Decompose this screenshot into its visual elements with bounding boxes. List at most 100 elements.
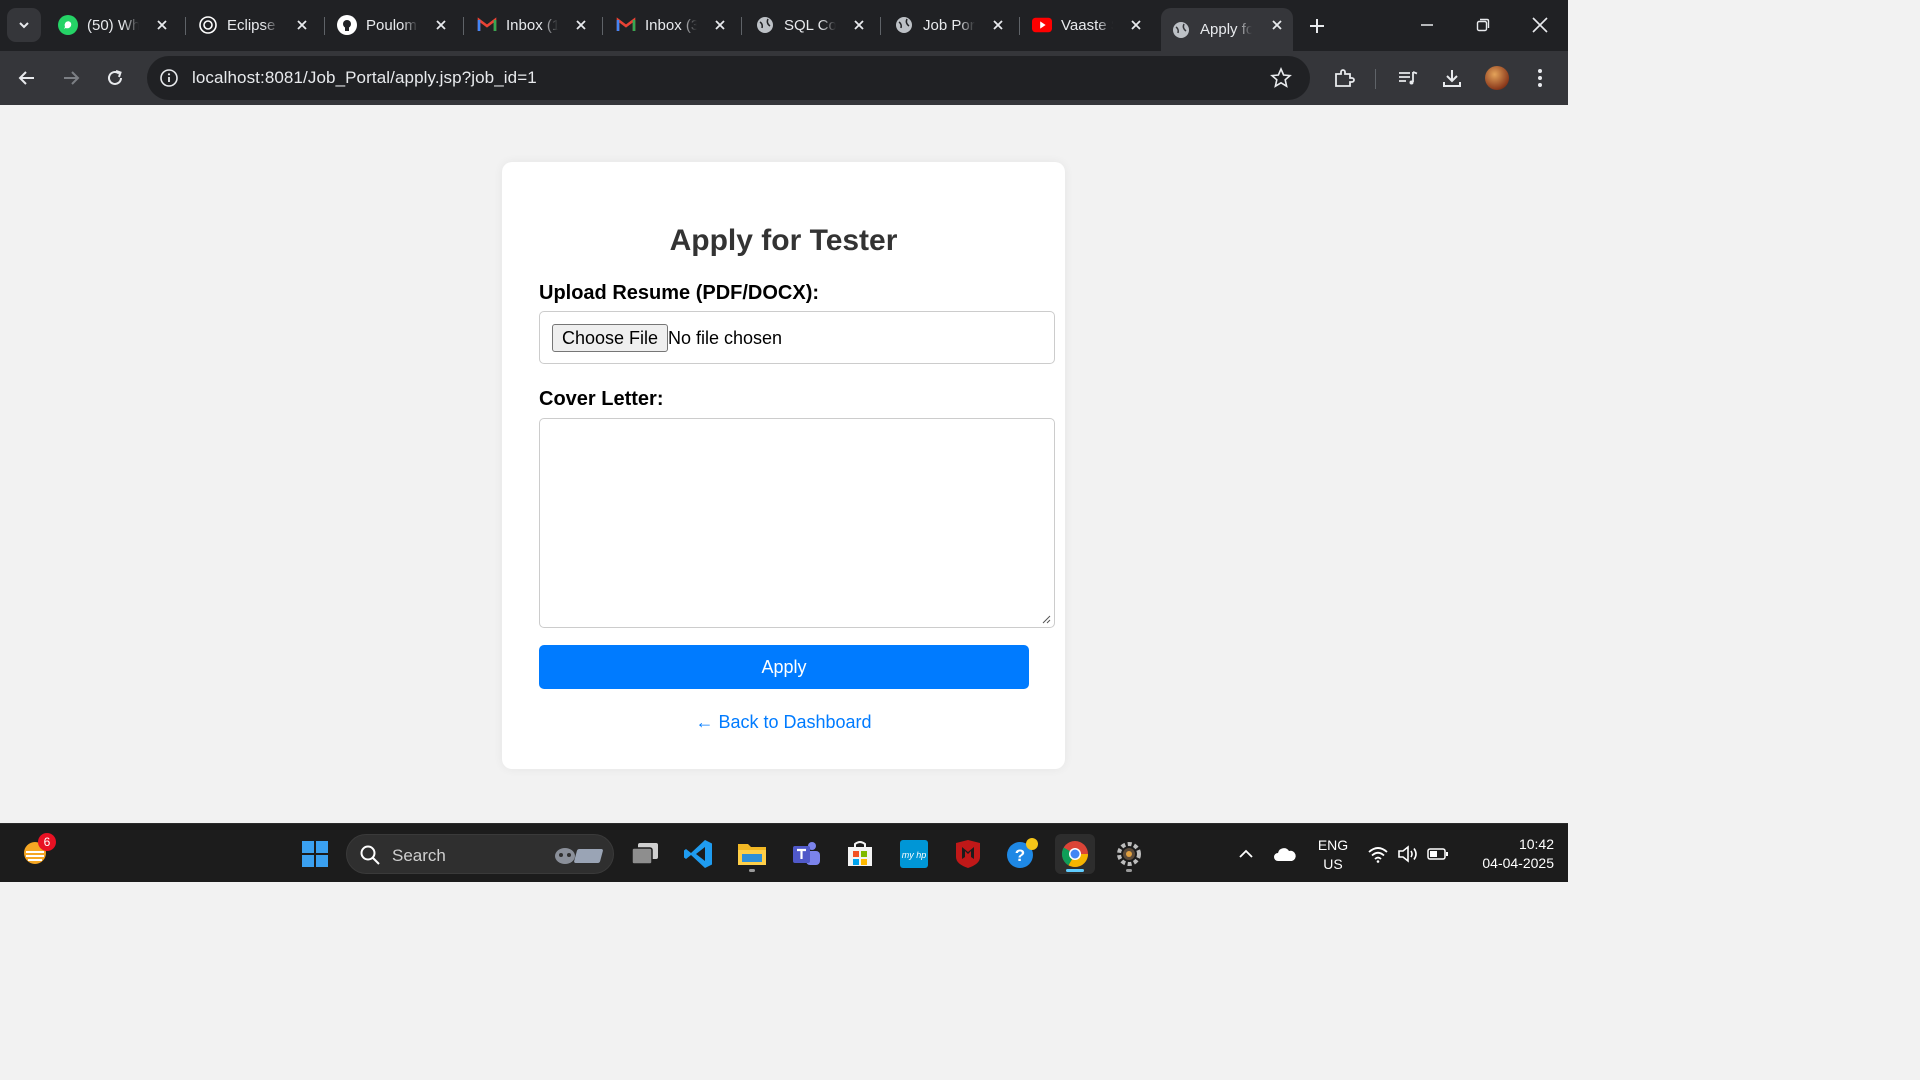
close-icon[interactable]: [154, 17, 170, 33]
apply-button[interactable]: Apply: [539, 645, 1029, 689]
browser-toolbar: localhost:8081/Job_Portal/apply.jsp?job_…: [0, 51, 1568, 105]
forward-button[interactable]: [57, 64, 85, 92]
resize-grip-icon[interactable]: [1042, 615, 1051, 624]
task-view-button[interactable]: [625, 834, 665, 874]
resume-file-input[interactable]: Choose File No file chosen: [539, 311, 1055, 364]
minimize-button[interactable]: [1412, 10, 1442, 40]
teams-app[interactable]: [786, 834, 826, 874]
microsoft-store-app[interactable]: [840, 834, 880, 874]
active-app-indicator: [1066, 869, 1084, 872]
tab-sql[interactable]: SQL Co: [745, 8, 875, 42]
vscode-app[interactable]: [678, 834, 718, 874]
vscode-icon: [684, 840, 712, 868]
tab-whatsapp[interactable]: (50) WhatsApp: [48, 8, 178, 42]
show-hidden-icons-button[interactable]: [1234, 842, 1258, 866]
info-icon[interactable]: [159, 68, 179, 88]
taskbar-search[interactable]: Search: [346, 834, 614, 874]
tab-gmail-2[interactable]: Inbox (3: [606, 8, 736, 42]
minimize-icon: [1421, 24, 1433, 26]
close-icon[interactable]: [990, 17, 1006, 33]
help-app[interactable]: ?: [1002, 834, 1042, 874]
address-bar[interactable]: localhost:8081/Job_Portal/apply.jsp?job_…: [147, 56, 1310, 100]
close-icon[interactable]: [433, 17, 449, 33]
mcafee-app[interactable]: [948, 834, 988, 874]
cover-letter-textarea[interactable]: [539, 418, 1055, 628]
tab-job-portal[interactable]: Job Port: [884, 8, 1014, 42]
media-controls-button[interactable]: [1395, 65, 1421, 91]
apply-form-card: Apply for Tester Upload Resume (PDF/DOCX…: [502, 162, 1065, 769]
windows-icon: [302, 841, 328, 867]
widgets-badge: 6: [38, 833, 56, 851]
reload-icon: [108, 70, 122, 85]
close-icon[interactable]: [294, 17, 310, 33]
new-tab-button[interactable]: [1303, 12, 1331, 40]
battery-button[interactable]: [1426, 842, 1450, 866]
close-icon[interactable]: [851, 17, 867, 33]
url-text[interactable]: localhost:8081/Job_Portal/apply.jsp?job_…: [192, 68, 537, 88]
search-highlight-icon: [555, 848, 603, 864]
gear-icon: [1117, 842, 1141, 866]
extensions-button[interactable]: [1331, 65, 1357, 91]
language-code: ENG: [1317, 837, 1349, 853]
close-icon[interactable]: [1128, 17, 1144, 33]
github-icon: [337, 15, 357, 35]
tab-title: Eclipse SDK: [227, 16, 279, 34]
tab-github[interactable]: Poulomi: [327, 8, 457, 42]
onedrive-button[interactable]: [1273, 842, 1297, 866]
back-button[interactable]: [13, 64, 41, 92]
choose-file-button[interactable]: Choose File: [552, 324, 669, 352]
tab-separator: [602, 17, 603, 35]
menu-button[interactable]: [1527, 65, 1553, 91]
search-icon: [360, 845, 380, 865]
taskbar: 6 Search my hp ? ENG US 10:42 04-04-2025: [0, 823, 1568, 882]
close-icon[interactable]: [1269, 17, 1285, 33]
wifi-button[interactable]: [1366, 842, 1390, 866]
language-indicator[interactable]: ENG US: [1312, 836, 1354, 874]
tab-separator: [324, 17, 325, 35]
folder-icon: [738, 844, 766, 865]
resume-label: Upload Resume (PDF/DOCX):: [539, 282, 820, 304]
chrome-app[interactable]: [1055, 834, 1095, 874]
profile-avatar[interactable]: [1485, 66, 1509, 90]
tab-separator: [1019, 17, 1020, 35]
youtube-icon: [1032, 15, 1052, 35]
volume-button[interactable]: [1396, 842, 1420, 866]
close-window-button[interactable]: [1525, 10, 1555, 40]
tab-title: Inbox (3: [645, 16, 697, 34]
clock[interactable]: 10:42 04-04-2025: [1460, 835, 1554, 873]
globe-icon: [894, 15, 914, 35]
page-title: Apply for Tester: [669, 224, 898, 257]
tab-title: (50) WhatsApp: [87, 16, 139, 34]
downloads-button[interactable]: [1439, 65, 1465, 91]
toolbar-divider: [1375, 69, 1376, 89]
tab-apply-active[interactable]: Apply fo: [1161, 8, 1293, 51]
tab-eclipse[interactable]: Eclipse SDK: [188, 8, 318, 42]
back-to-dashboard-link[interactable]: ← Back to Dashboard: [502, 712, 1065, 733]
tab-search-button[interactable]: [7, 8, 41, 42]
gmail-icon: [616, 15, 636, 35]
file-explorer-app[interactable]: [732, 834, 772, 874]
myhp-app[interactable]: my hp: [894, 834, 934, 874]
reload-button[interactable]: [101, 64, 129, 92]
clock-time: 10:42: [1518, 836, 1554, 852]
tab-gmail-1[interactable]: Inbox (1: [467, 8, 597, 42]
tab-title: Vaaste S: [1061, 16, 1113, 34]
svg-text:my hp: my hp: [902, 850, 927, 860]
close-icon[interactable]: [712, 17, 728, 33]
arrow-left-icon: [18, 71, 34, 85]
settings-app[interactable]: [1109, 834, 1149, 874]
restore-button[interactable]: [1468, 10, 1498, 40]
myhp-icon: my hp: [900, 840, 928, 868]
language-region: US: [1323, 856, 1343, 872]
cover-letter-label: Cover Letter:: [539, 388, 664, 410]
start-button[interactable]: [295, 834, 335, 874]
bookmark-star-icon[interactable]: [1270, 67, 1292, 89]
chevron-up-icon: [1239, 849, 1253, 858]
whatsapp-icon: [58, 15, 78, 35]
clock-date: 04-04-2025: [1482, 855, 1554, 871]
tab-separator: [185, 17, 186, 35]
tab-title: Job Port: [923, 16, 975, 34]
close-icon[interactable]: [573, 17, 589, 33]
chevron-down-icon: [19, 22, 29, 29]
tab-youtube[interactable]: Vaaste S: [1022, 8, 1152, 42]
